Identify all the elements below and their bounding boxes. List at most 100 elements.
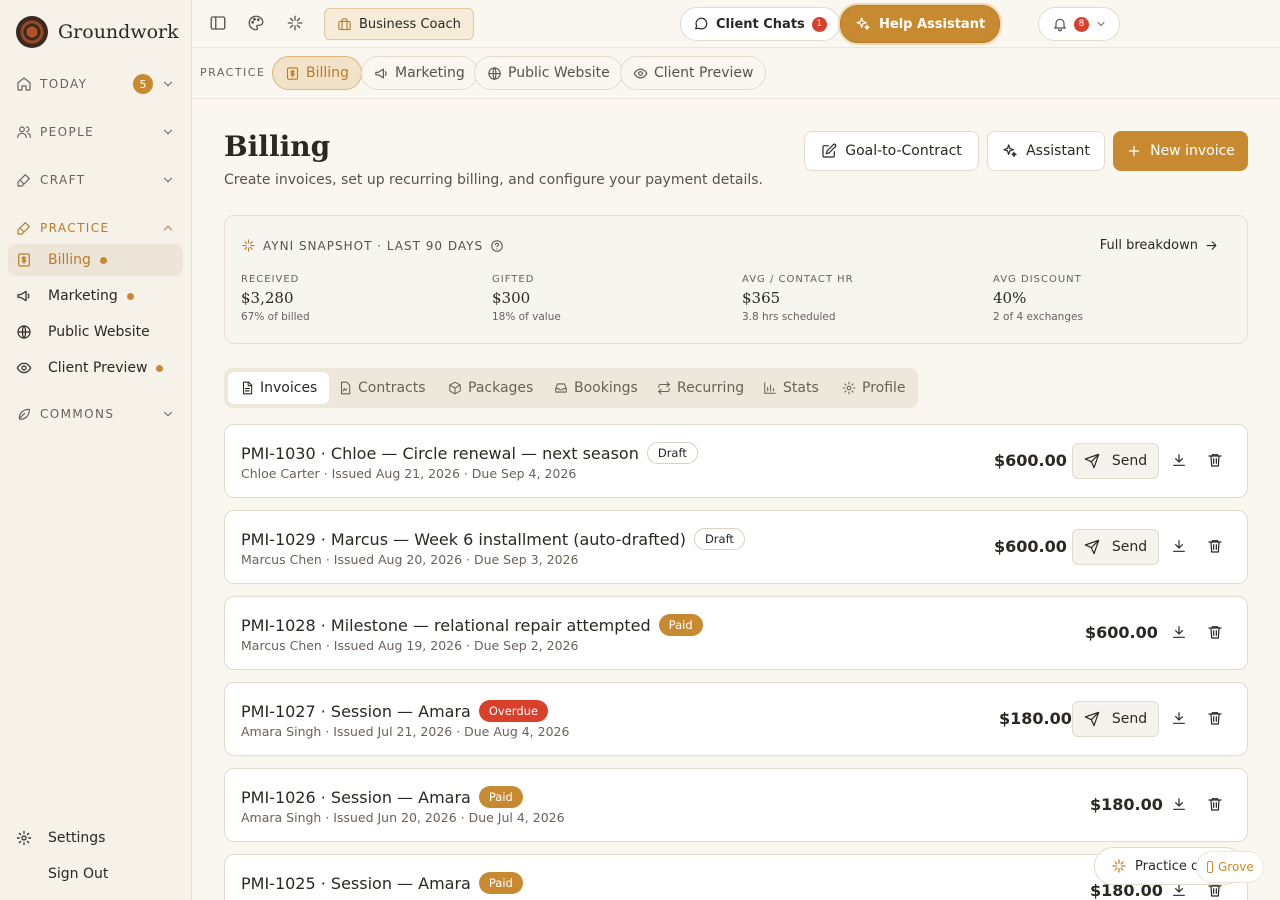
invoice-row[interactable]: PMI-1029 · Marcus — Week 6 installment (… [224,510,1248,584]
client-chats-button[interactable]: Client Chats 1 [680,7,840,41]
download-icon[interactable] [1171,796,1187,812]
send-button[interactable]: Send [1072,701,1159,737]
tab-recurring[interactable]: Recurring [645,372,756,404]
trash-icon[interactable] [1207,452,1223,468]
tab-bookings[interactable]: Bookings [542,372,650,404]
brush-icon [16,172,32,188]
sidebar-item-billing[interactable]: Billing [8,244,183,276]
metric-note: 2 of 4 exchanges [993,311,1083,323]
send-icon [1084,711,1100,727]
tab-packages[interactable]: Packages [436,372,545,404]
tab-label: Public Website [508,65,610,81]
metric-label: AVG DISCOUNT [993,274,1082,285]
metric-label: RECEIVED [241,274,300,285]
invoice-amount: $180.00 [1090,795,1163,814]
help-assistant-button[interactable]: Help Assistant [840,5,1001,43]
sparkle-icon[interactable] [286,14,304,32]
trash-icon[interactable] [1207,710,1223,726]
practice-floating-label: Practice c [1135,858,1199,874]
sidebar-toggle-icon[interactable] [209,14,227,32]
tab-public-website[interactable]: Public Website [474,56,623,90]
tab-client-preview[interactable]: Client Preview [620,56,767,90]
sidebar-footer: Settings Sign Out [0,822,192,894]
download-icon[interactable] [1171,538,1187,554]
globe-icon [487,66,502,81]
brand[interactable]: Groundwork [0,0,191,64]
palette-icon[interactable] [247,14,265,32]
megaphone-icon [16,288,32,304]
tab-profile[interactable]: Profile [830,372,918,404]
metric-label: GIFTED [492,274,535,285]
arrow-right-icon [1204,238,1219,253]
snapshot-heading-text: AYNI SNAPSHOT · LAST 90 DAYS [263,238,484,253]
nav-section-label: COMMONS [40,407,115,421]
full-breakdown-link[interactable]: Full breakdown [1100,238,1219,253]
nav-section-people[interactable]: PEOPLE [0,108,191,156]
invoice-row[interactable]: PMI-1026 · Session — Amara Paid Amara Sin… [224,768,1248,842]
send-button[interactable]: Send [1072,529,1159,565]
today-count-badge: 5 [133,74,153,94]
file-icon [240,381,254,395]
invoice-row[interactable]: PMI-1028 · Milestone — relational repair… [224,596,1248,670]
topbar: Business Coach Client Chats 1 Help Assis… [192,0,1280,48]
sidebar-item-marketing[interactable]: Marketing [8,280,183,312]
tab-contracts[interactable]: Contracts [326,372,438,404]
send-icon [1084,539,1100,555]
metric-gifted: GIFTED $300 18% of value [492,274,561,323]
gear-icon [16,830,32,846]
tab-marketing[interactable]: Marketing [361,56,478,90]
send-icon [1084,453,1100,469]
bell-icon [1052,16,1068,32]
tab-label: Marketing [395,65,465,81]
tab-stats[interactable]: Stats [751,372,831,404]
trash-icon[interactable] [1207,538,1223,554]
invoice-title: PMI-1030 · Chloe — Circle renewal — next… [241,443,639,463]
invoice-amount: $600.00 [994,451,1067,470]
download-icon[interactable] [1171,710,1187,726]
assistant-label: Assistant [1026,143,1090,159]
nav-section-commons[interactable]: COMMONS [0,390,191,438]
practice-subnav: PRACTICE Billing Marketing Public Websit… [192,48,1280,99]
sidebar-item-client-preview[interactable]: Client Preview [8,352,183,384]
settings-label: Settings [48,830,106,846]
download-icon[interactable] [1171,452,1187,468]
ayni-snapshot-card: AYNI SNAPSHOT · LAST 90 DAYS Full breakd… [224,215,1248,344]
help-circle-icon[interactable] [490,239,504,253]
metric-value: $365 [742,289,781,307]
goal-to-contract-label: Goal-to-Contract [845,143,962,159]
new-invoice-button[interactable]: New invoice [1113,131,1248,171]
invoice-row[interactable]: PMI-1027 · Session — Amara Overdue Amara … [224,682,1248,756]
metric-avg-discount: AVG DISCOUNT 40% 2 of 4 exchanges [993,274,1083,323]
assistant-button[interactable]: Assistant [987,131,1105,171]
invoice-meta: Chloe Carter · Issued Aug 21, 2026 · Due… [241,466,577,481]
client-chats-label: Client Chats [716,16,805,32]
sidebar-item-public-website[interactable]: Public Website [8,316,183,348]
trash-icon[interactable] [1207,796,1223,812]
send-label: Send [1111,539,1148,555]
globe-icon [16,324,32,340]
plus-icon [1126,143,1142,159]
send-button[interactable]: Send [1072,443,1159,479]
business-coach-button[interactable]: Business Coach [324,8,474,40]
invoice-amount: $600.00 [1085,623,1158,642]
receipt-icon [285,66,300,81]
inbox-icon [554,381,568,395]
download-icon[interactable] [1171,624,1187,640]
settings-link[interactable]: Settings [8,822,184,854]
trash-icon[interactable] [1207,624,1223,640]
nav-section-today[interactable]: TODAY 5 [0,60,191,108]
notifications-button[interactable]: 8 [1038,7,1120,41]
send-label: Send [1111,711,1148,727]
nav-section-label: PRACTICE [40,221,110,235]
sign-out-link[interactable]: Sign Out [8,858,184,890]
grove-icon [1207,861,1213,873]
new-invoice-label: New invoice [1150,143,1235,159]
invoice-row[interactable]: PMI-1030 · Chloe — Circle renewal — next… [224,424,1248,498]
nav-section-craft[interactable]: CRAFT [0,156,191,204]
tab-billing[interactable]: Billing [272,56,362,90]
invoice-title: PMI-1029 · Marcus — Week 6 installment (… [241,529,686,549]
goal-to-contract-button[interactable]: Goal-to-Contract [804,131,979,171]
tab-invoices[interactable]: Invoices [228,372,330,404]
contract-icon [338,381,352,395]
grove-floating-button[interactable]: Grove [1196,851,1264,883]
